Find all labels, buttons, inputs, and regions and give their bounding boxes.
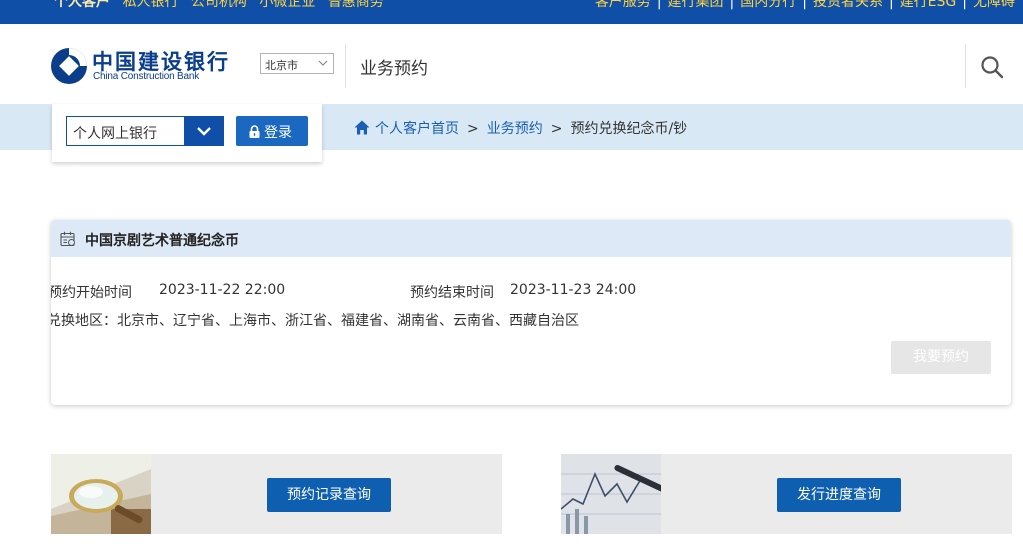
end-time-label: 预约结束时间: [410, 285, 494, 301]
login-panel: 个人网上银行 登录: [52, 104, 322, 162]
logo-english-name: China Construction Bank: [93, 71, 200, 82]
ccb-logo-icon[interactable]: [50, 47, 88, 85]
nav-separator: |: [802, 0, 807, 10]
nav-separator: |: [888, 0, 894, 10]
nav-separator: |: [729, 0, 735, 10]
breadcrumb-appointments[interactable]: 业务预约: [487, 121, 543, 137]
card-title: 中国京剧艺术普通纪念币: [85, 233, 239, 249]
breadcrumb-separator: >: [467, 121, 479, 137]
online-bank-select-value: 个人网上银行: [73, 126, 157, 142]
issuance-progress-button[interactable]: 发行进度查询: [777, 478, 901, 512]
online-bank-select[interactable]: 个人网上银行: [66, 116, 224, 146]
nav-separator: |: [962, 0, 967, 10]
region-label: 兑换地区：: [51, 313, 117, 329]
header-divider: [345, 44, 346, 88]
top-nav-left: 个人客户 私人银行 公司机构 小微企业 普惠商务: [54, 0, 392, 11]
nav-inclusive[interactable]: 普惠商务: [328, 0, 384, 10]
city-select[interactable]: 北京市: [260, 53, 334, 74]
breadcrumb: 个人客户首页 > 业务预约 > 预约兑换纪念币/钞: [354, 118, 687, 138]
page-section-title: 业务预约: [360, 59, 428, 79]
start-time-label: 预约开始时间: [51, 285, 132, 301]
coin-appointment-card: 中国京剧艺术普通纪念币 预约开始时间 2023-11-22 22:00 预约结束…: [51, 220, 1011, 405]
nav-customer-service[interactable]: 客户服务: [595, 0, 651, 10]
top-nav-right: 客户服务 | 建行集团 | 国内分行 | 投资者关系 | 建行ESG | 无障碍: [595, 0, 1015, 11]
login-button[interactable]: 登录: [236, 116, 308, 146]
exchange-regions: 兑换地区：北京市、辽宁省、上海市、浙江省、福建省、湖南省、云南省、西藏自治区: [51, 310, 579, 330]
nav-separator: |: [656, 0, 662, 10]
nav-personal[interactable]: 个人客户: [54, 0, 110, 10]
chart-pen-image: [561, 454, 661, 534]
magnifier-image: [51, 454, 151, 534]
nav-corporate[interactable]: 公司机构: [191, 0, 247, 10]
nav-accessibility[interactable]: 无障碍: [973, 0, 1015, 10]
record-query-tile: 预约记录查询: [51, 454, 502, 534]
breadcrumb-separator: >: [550, 121, 563, 137]
nav-domestic-branches[interactable]: 国内分行: [740, 0, 796, 10]
chevron-down-icon: [197, 127, 211, 136]
city-select-value: 北京市: [265, 59, 298, 72]
issuance-progress-tile: 发行进度查询: [561, 454, 1012, 534]
breadcrumb-home[interactable]: 个人客户首页: [375, 121, 459, 137]
end-time-value: 2023-11-23 24:00: [510, 282, 637, 298]
book-appointment-button[interactable]: 我要预约: [891, 341, 991, 374]
login-button-label: 登录: [264, 125, 292, 141]
dropdown-toggle[interactable]: [184, 116, 224, 146]
nav-esg[interactable]: 建行ESG: [900, 0, 957, 10]
lock-icon: [249, 125, 260, 138]
nav-group[interactable]: 建行集团: [668, 0, 724, 10]
card-header: 中国京剧艺术普通纪念币: [51, 220, 1011, 257]
site-header: 中国建设银行 China Construction Bank 北京市 业务预约: [0, 24, 1023, 104]
nav-private-bank[interactable]: 私人银行: [122, 0, 178, 10]
search-divider: [965, 44, 966, 88]
start-time-value: 2023-11-22 22:00: [159, 282, 286, 298]
top-nav-bar: 个人客户 私人银行 公司机构 小微企业 普惠商务 客户服务 | 建行集团 | 国内分行 |…: [0, 0, 1023, 24]
search-icon[interactable]: [980, 55, 1004, 79]
record-query-button[interactable]: 预约记录查询: [267, 478, 391, 512]
breadcrumb-current: 预约兑换纪念币/钞: [570, 121, 688, 137]
home-icon[interactable]: [354, 120, 370, 135]
calendar-icon: [60, 231, 75, 247]
region-list: 北京市、辽宁省、上海市、浙江省、福建省、湖南省、云南省、西藏自治区: [117, 313, 579, 329]
chevron-down-icon: [317, 56, 329, 70]
nav-small-business[interactable]: 小微企业: [259, 0, 315, 10]
nav-investor-relations[interactable]: 投资者关系: [813, 0, 883, 10]
